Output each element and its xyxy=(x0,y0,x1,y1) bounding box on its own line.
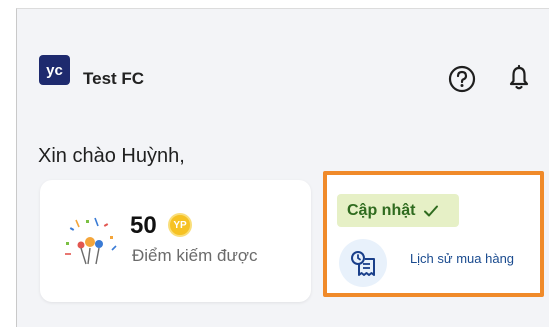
update-badge: Cập nhật xyxy=(337,194,459,227)
confetti-icon xyxy=(62,214,120,268)
purchase-history-label: Lịch sử mua hàng xyxy=(409,251,515,266)
points-value: 50 xyxy=(130,212,157,239)
check-icon xyxy=(423,203,439,219)
app-logo: yc xyxy=(39,55,70,85)
purchase-history-card[interactable]: Cập nhật Lịch sử mua hàng xyxy=(323,171,544,297)
update-badge-text: Cập nhật xyxy=(347,201,416,219)
coin-icon: YP xyxy=(168,213,192,237)
points-card[interactable]: 50 YP Điểm kiếm được xyxy=(40,180,311,302)
question-circle-icon[interactable] xyxy=(447,64,477,94)
app-name: Test FC xyxy=(83,69,145,88)
points-label: Điểm kiếm được xyxy=(132,246,258,265)
app-frame: yc Test FC Xin chào Huỳnh, 50 YP Điểm ki… xyxy=(16,8,549,327)
bell-icon[interactable] xyxy=(504,63,534,93)
header: yc Test FC xyxy=(17,9,549,127)
receipt-icon xyxy=(339,239,387,287)
greeting-text: Xin chào Huỳnh, xyxy=(38,145,185,167)
